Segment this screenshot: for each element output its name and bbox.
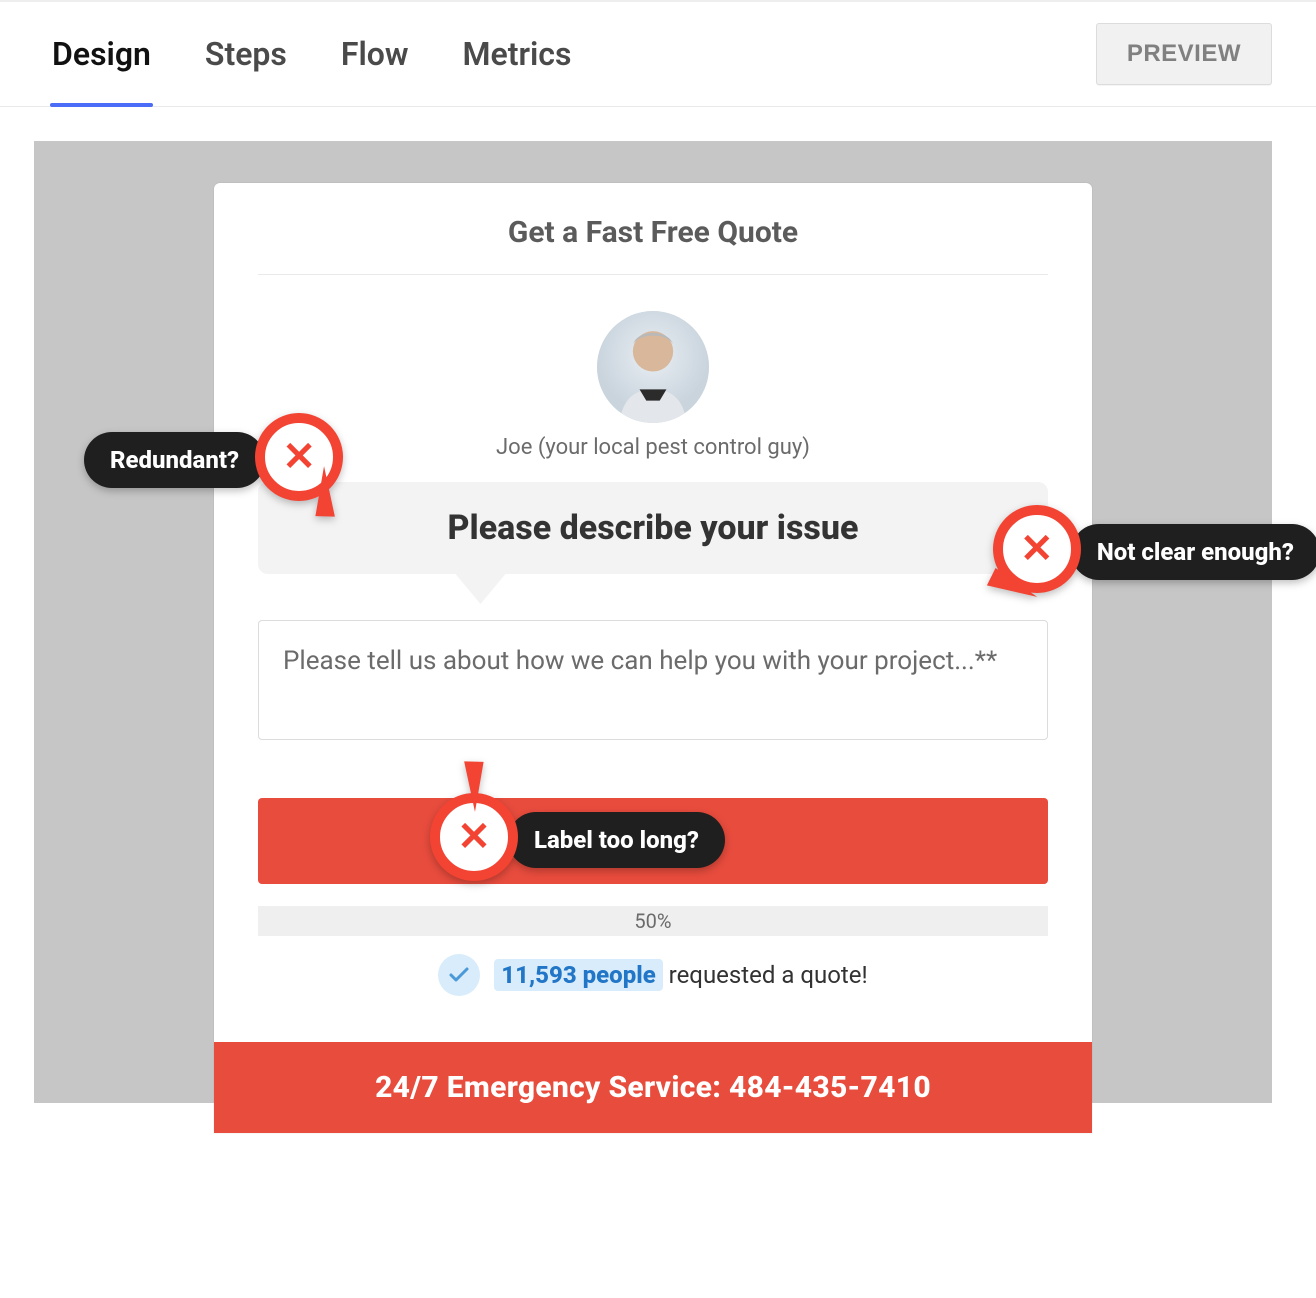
callout-redundant[interactable]: Redundant? ✕: [84, 417, 341, 503]
editor-tabbar: Design Steps Flow Metrics PREVIEW: [0, 0, 1316, 107]
tabs: Design Steps Flow Metrics: [52, 2, 571, 106]
emergency-banner: 24/7 Emergency Service: 484-435-7410: [214, 1042, 1092, 1133]
tab-metrics[interactable]: Metrics: [463, 2, 572, 106]
tab-design[interactable]: Design: [52, 2, 151, 106]
rep-avatar: [597, 311, 709, 423]
check-icon: [438, 954, 480, 996]
critique-marker-icon: ✕: [430, 797, 516, 883]
critique-marker-icon: ✕: [993, 509, 1079, 595]
rep-caption: Joe (your local pest control guy): [258, 435, 1048, 460]
critique-marker-icon: ✕: [255, 417, 341, 503]
callout-label: Label too long?: [508, 812, 725, 868]
widget-title: Get a Fast Free Quote: [258, 215, 1048, 275]
stats-suffix: requested a quote!: [669, 961, 868, 989]
progress-label: 50%: [634, 909, 671, 933]
callout-not-clear[interactable]: Not clear enough? ✕: [993, 509, 1316, 595]
social-proof: 11,593 people requested a quote!: [258, 954, 1048, 1042]
stats-count: 11,593 people: [494, 959, 662, 991]
preview-button[interactable]: PREVIEW: [1096, 23, 1272, 85]
quote-widget: Get a Fast Free Quote Joe (your local pe…: [214, 183, 1092, 1133]
progress-bar: 50%: [258, 906, 1048, 936]
design-canvas: Redundant? ✕ Not clear enough? ✕ ✕ Label…: [34, 141, 1272, 1103]
callout-label-too-long[interactable]: ✕ Label too long?: [430, 797, 725, 883]
tab-steps[interactable]: Steps: [205, 2, 287, 106]
issue-textarea[interactable]: [258, 620, 1048, 740]
tab-flow[interactable]: Flow: [341, 2, 409, 106]
prompt-bubble: Please describe your issue: [258, 482, 1048, 574]
callout-label: Not clear enough?: [1071, 524, 1316, 580]
callout-label: Redundant?: [84, 432, 265, 488]
